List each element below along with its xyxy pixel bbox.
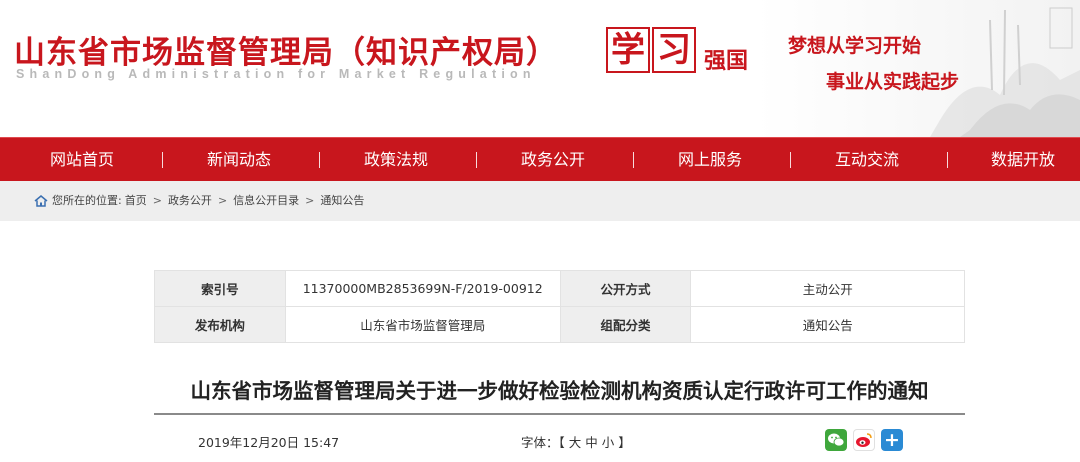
disclosure-method-label: 公开方式	[559, 270, 692, 307]
category-label: 组配分类	[559, 306, 692, 343]
nav-item-news[interactable]: 新闻动态	[207, 138, 271, 182]
article-title: 山东省市场监督管理局关于进一步做好检验检测机构资质认定行政许可工作的通知	[190, 379, 929, 403]
plus-icon: +	[884, 429, 900, 451]
nav-separator	[319, 152, 320, 168]
bracket-open: 【	[558, 435, 565, 450]
ink-landscape-decoration-icon	[930, 7, 1080, 137]
breadcrumb-separator: >	[152, 194, 162, 207]
breadcrumb-link-gov-affairs[interactable]: 政务公开	[168, 181, 212, 221]
wechat-icon	[828, 433, 845, 447]
nav-item-online-services[interactable]: 网上服务	[678, 138, 742, 182]
font-size-large-button[interactable]: 大	[569, 435, 582, 450]
site-subtitle: ShanDong Administration for Market Regul…	[16, 67, 536, 81]
site-title[interactable]: 山东省市场监督管理局（知识产权局）	[14, 27, 558, 72]
share-bar: +	[825, 429, 903, 451]
table-row: 索引号 11370000MB2853699N-F/2019-00912 公开方式…	[154, 270, 965, 307]
publisher-label: 发布机构	[154, 306, 286, 343]
weibo-icon	[856, 433, 872, 447]
index-number-value: 11370000MB2853699N-F/2019-00912	[284, 270, 561, 307]
nav-separator	[947, 152, 948, 168]
publisher-value: 山东省市场监督管理局	[284, 306, 561, 343]
logo-char-1: 学	[606, 27, 650, 73]
logo-char-2: 习	[652, 27, 696, 73]
share-more-button[interactable]: +	[881, 429, 903, 451]
nav-separator	[790, 152, 791, 168]
document-info-table: 索引号 11370000MB2853699N-F/2019-00912 公开方式…	[154, 270, 965, 343]
slogan-line-1: 梦想从学习开始	[788, 35, 922, 57]
nav-separator	[162, 152, 163, 168]
xuexi-qiangguo-logo[interactable]: 学 习 强国	[606, 27, 766, 79]
breadcrumb: 您所在的位置: 首页 > 政务公开 > 信息公开目录 > 通知公告	[34, 181, 364, 221]
nav-item-open-data[interactable]: 数据开放	[991, 138, 1055, 182]
bracket-close: 】	[618, 435, 631, 450]
font-size-label: 字体：	[521, 435, 559, 450]
breadcrumb-label: 您所在的位置:	[52, 194, 122, 207]
index-number-label: 索引号	[154, 270, 286, 307]
site-header: 山东省市场监督管理局（知识产权局） ShanDong Administratio…	[0, 0, 1080, 137]
nav-item-home[interactable]: 网站首页	[50, 138, 114, 182]
title-divider	[154, 413, 965, 415]
table-row: 发布机构 山东省市场监督管理局 组配分类 通知公告	[154, 306, 965, 343]
nav-item-policy[interactable]: 政策法规	[364, 138, 428, 182]
main-nav: 网站首页 新闻动态 政策法规 政务公开 网上服务 互动交流 数据开放	[0, 137, 1080, 181]
breadcrumb-separator: >	[217, 194, 228, 207]
breadcrumb-link-notices[interactable]: 通知公告	[320, 181, 364, 221]
nav-separator	[633, 152, 634, 168]
font-size-medium-button[interactable]: 中	[585, 435, 598, 450]
share-wechat-button[interactable]	[825, 429, 847, 451]
publish-date: 2019年12月20日 15:47	[198, 435, 340, 450]
breadcrumb-bar: 您所在的位置: 首页 > 政务公开 > 信息公开目录 > 通知公告	[0, 181, 1080, 221]
logo-small-text: 强国	[704, 48, 749, 74]
breadcrumb-link-info-catalog[interactable]: 信息公开目录	[233, 181, 299, 221]
home-icon	[34, 195, 48, 207]
category-value: 通知公告	[690, 306, 965, 343]
nav-item-interaction[interactable]: 互动交流	[835, 138, 899, 182]
share-weibo-button[interactable]	[853, 429, 875, 451]
nav-item-gov-affairs[interactable]: 政务公开	[521, 138, 585, 182]
breadcrumb-link-home[interactable]: 首页	[125, 181, 147, 221]
breadcrumb-separator: >	[305, 194, 315, 207]
font-size-control: 字体：【 大 中 小 】	[521, 432, 631, 451]
disclosure-method-value: 主动公开	[690, 270, 965, 307]
nav-separator	[476, 152, 477, 168]
font-size-small-button[interactable]: 小	[602, 435, 615, 450]
